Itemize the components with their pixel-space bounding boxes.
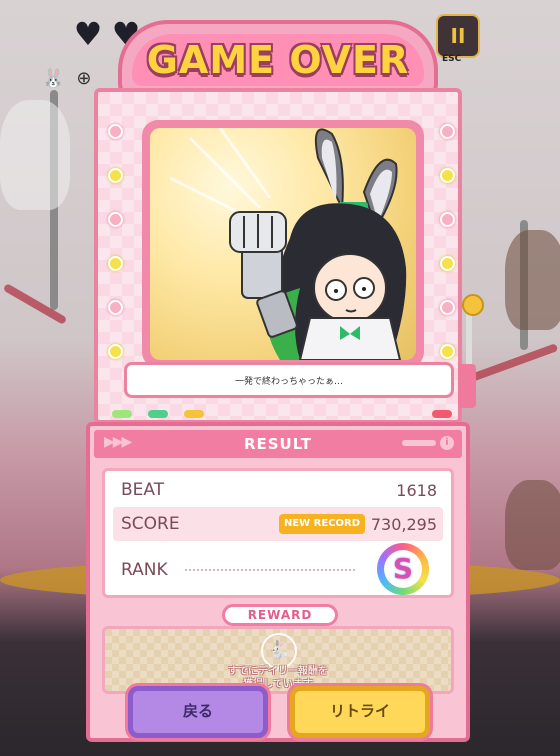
indicator-light: [184, 410, 204, 418]
game-over-banner: GAME OVER: [118, 20, 438, 98]
reward-title: REWARD: [222, 604, 338, 626]
bulb-light: [108, 300, 123, 315]
rank-row: RANK S: [113, 543, 443, 595]
result-header: ▶▶▶ RESULT i: [94, 430, 462, 458]
bulb-light: [440, 168, 455, 183]
bulb-light: [440, 344, 455, 359]
character-screen-frame: [142, 120, 424, 368]
new-record-badge: NEW RECORD: [279, 514, 365, 534]
bunny-girl-illustration: [169, 128, 407, 360]
hud-icons: 🐰 ⊕: [42, 68, 92, 89]
bulb-light: [108, 168, 123, 183]
rank-label: RANK: [121, 560, 168, 580]
beat-row: BEAT 1618: [113, 473, 443, 507]
indicator-lights: [112, 410, 204, 418]
bulb-light: [440, 124, 455, 139]
bulb-light: [108, 344, 123, 359]
rank-value: S: [384, 550, 422, 588]
lever-knob: [462, 294, 484, 316]
rank-badge: S: [377, 543, 429, 595]
game-over-title: GAME OVER: [146, 38, 410, 82]
bulb-light: [108, 124, 123, 139]
indicator-light: [432, 410, 452, 418]
score-value: 730,295: [370, 514, 437, 534]
beat-label: BEAT: [121, 480, 165, 500]
bulb-light: [108, 256, 123, 271]
rabbit-icon: 🐰: [42, 68, 65, 89]
score-label: SCORE: [121, 514, 180, 534]
retry-button[interactable]: リトライ: [290, 686, 430, 738]
reward-box: 🐇 すでにデイリー報酬を 獲得しています: [102, 626, 454, 694]
character-portrait: [150, 128, 416, 360]
rabbit-icon: 🐇: [261, 633, 297, 669]
bulb-light: [108, 212, 123, 227]
indicator-light: [112, 410, 132, 418]
score-row: SCORE NEW RECORD 730,295: [113, 507, 443, 541]
slider-decoration: [402, 440, 436, 446]
character-cabinet: 一発で終わっちゃったぁ…: [94, 88, 462, 424]
reward-message-line1: すでにデイリー報酬を: [227, 666, 329, 677]
rank-dots: [185, 569, 355, 571]
bulb-light: [440, 300, 455, 315]
result-stats: BEAT 1618 SCORE NEW RECORD 730,295 RANK …: [102, 468, 454, 598]
bulb-light: [440, 212, 455, 227]
indicator-light: [148, 410, 168, 418]
lever-base: [458, 364, 476, 408]
game-over-machine: GAME OVER 一発で終わっちゃったぁ… ▶▶▶ RESULT i BEAT…: [86, 14, 484, 756]
beat-value: 1618: [396, 480, 437, 500]
bulb-light: [440, 256, 455, 271]
info-icon: i: [440, 436, 454, 450]
back-button[interactable]: 戻る: [128, 686, 268, 738]
character-dialogue: 一発で終わっちゃったぁ…: [124, 362, 454, 398]
indicator-lights-right: [432, 410, 452, 418]
